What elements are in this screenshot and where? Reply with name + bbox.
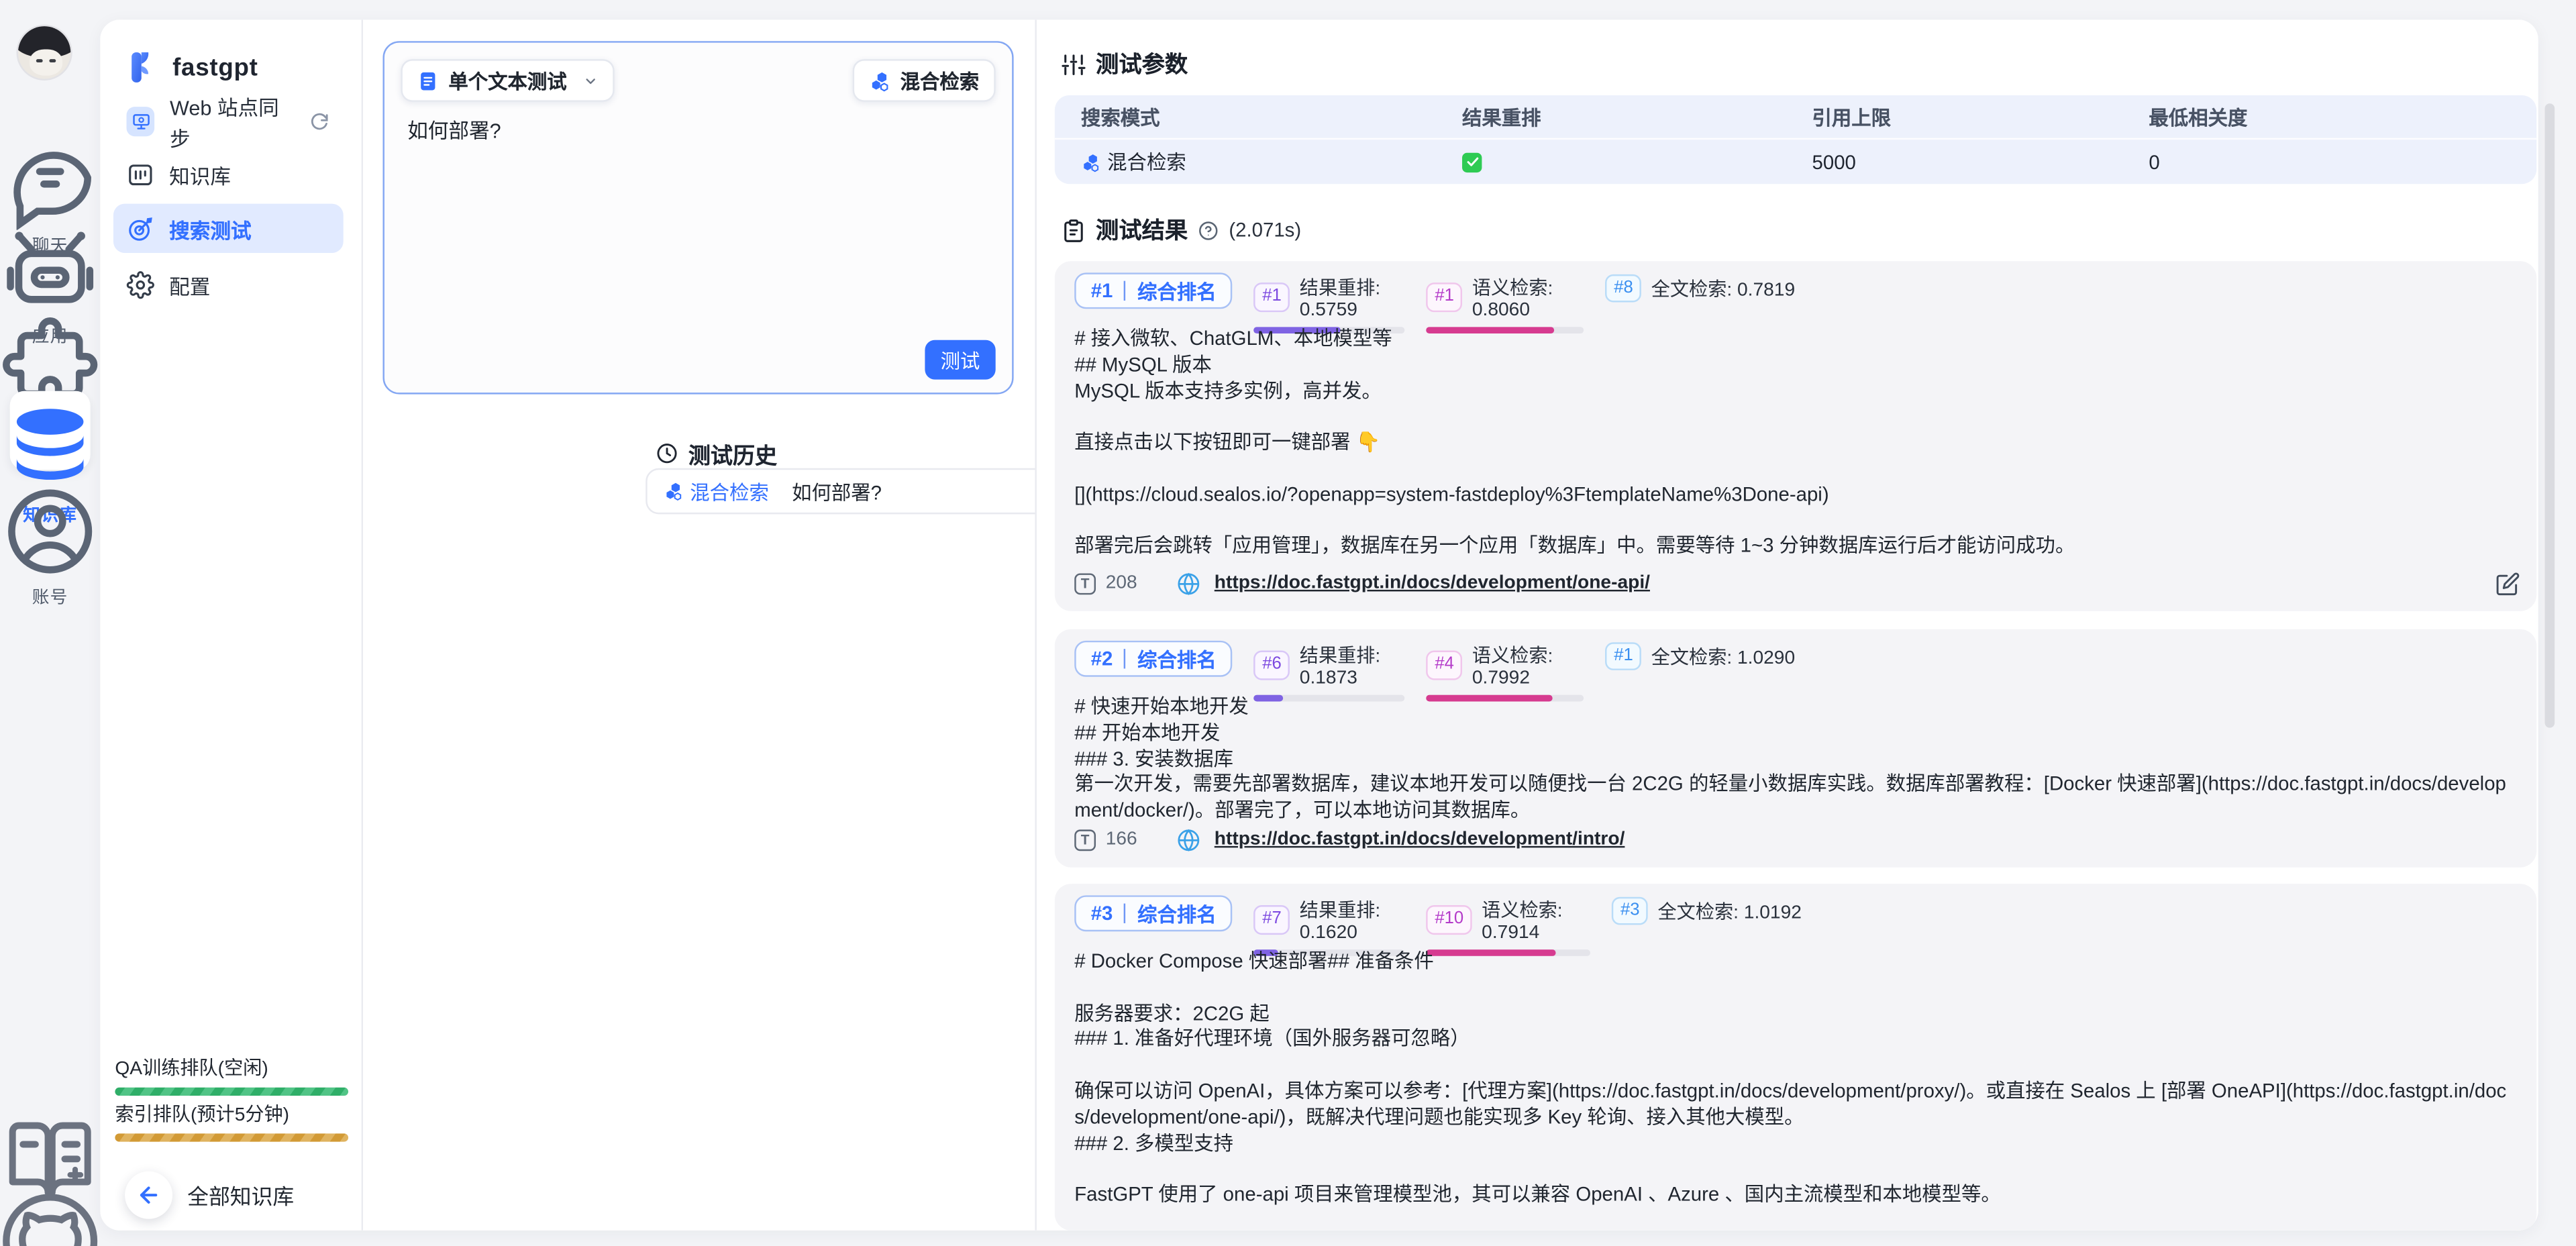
- history-header: 测试历史: [656, 437, 777, 470]
- search-mode-value: 混合检索: [1081, 148, 1462, 176]
- hybrid-search-icon: [664, 481, 683, 501]
- semantic-metric: #10语义检索: 0.7914: [1427, 897, 1591, 956]
- github-button[interactable]: [0, 1191, 100, 1246]
- brand: fastgpt: [125, 49, 258, 85]
- refresh-icon[interactable]: [309, 111, 330, 132]
- sidebar-item-dataset[interactable]: 知识库: [113, 150, 344, 199]
- scrollbar[interactable]: [2544, 103, 2555, 727]
- test-mode-selector[interactable]: 单个文本测试: [401, 59, 614, 102]
- char-count: 166: [1106, 829, 1137, 849]
- dataset-sidebar: fastgpt Web 站点同步 知识库: [100, 19, 363, 1230]
- query-input-box[interactable]: 单个文本测试 混合检索 如何部署? 测试: [382, 41, 1013, 394]
- dataset-icon: [127, 160, 155, 189]
- semantic-metric: #4语义检索: 0.7992: [1427, 642, 1584, 701]
- col-quote-limit: 引用上限: [1812, 103, 2149, 131]
- chevron-down-icon: [583, 73, 598, 88]
- rail-item-account[interactable]: 账号: [0, 481, 100, 609]
- avatar[interactable]: [16, 25, 72, 81]
- sidebar-item-web-sync[interactable]: Web 站点同步: [113, 97, 344, 146]
- sidebar-item-label: Web 站点同步: [170, 91, 295, 153]
- hybrid-search-icon: [869, 70, 890, 91]
- fulltext-metric: #8全文检索: 0.7819: [1606, 274, 1795, 303]
- hybrid-search-icon: [1081, 152, 1100, 171]
- robot-icon: [0, 220, 100, 320]
- sidebar-item-label: 搜索测试: [169, 213, 251, 244]
- history-mode: 混合检索: [664, 477, 769, 505]
- char-count-icon: T: [1074, 572, 1096, 594]
- result-card: #2 综合排名 #6结果重排: 0.1873 #4语义检索: 0.7992 #1…: [1055, 629, 2536, 868]
- rank-badge: #2 综合排名: [1074, 641, 1233, 677]
- source-link[interactable]: https://doc.fastgpt.in/docs/development/…: [1215, 829, 1625, 849]
- sidebar-item-config[interactable]: 配置: [113, 260, 344, 309]
- arrow-left-icon[interactable]: [125, 1172, 172, 1219]
- results-panel: 测试参数 搜索模式 结果重排 引用上限 最低相关度 混合检索: [1035, 19, 2538, 1230]
- test-button[interactable]: 测试: [925, 340, 995, 380]
- rerank-metric: #6结果重排: 0.1873: [1254, 642, 1405, 701]
- query-text[interactable]: 如何部署?: [407, 113, 501, 145]
- results-header: 测试结果 (2.071s): [1062, 213, 1302, 246]
- fastgpt-app: 聊天 应用 插件 知识库 账号: [0, 0, 2576, 1246]
- col-rerank: 结果重排: [1462, 103, 1812, 131]
- sidebar-item-search-test[interactable]: 搜索测试: [113, 204, 344, 253]
- queue-indexing: 索引排队(预计5分钟): [115, 1100, 348, 1141]
- index-queue-bar: [115, 1133, 348, 1141]
- quote-limit-value: 5000: [1812, 150, 2149, 173]
- brand-name: fastgpt: [172, 54, 258, 82]
- col-min-relevance: 最低相关度: [2149, 103, 2536, 131]
- search-test-column: 单个文本测试 混合检索 如何部署? 测试 测: [363, 19, 1035, 1230]
- rerank-metric: #7结果重排: 0.1620: [1254, 897, 1405, 956]
- gear-icon: [127, 270, 155, 299]
- user-icon: [0, 481, 100, 581]
- rerank-checkbox[interactable]: [1462, 152, 1482, 171]
- char-count: 208: [1106, 573, 1137, 592]
- rank-badge: #3 综合排名: [1074, 895, 1233, 931]
- qa-queue-bar: [115, 1088, 348, 1095]
- col-search-mode: 搜索模式: [1055, 103, 1462, 131]
- document-icon: [417, 70, 439, 91]
- min-relevance-value: 0: [2149, 150, 2536, 173]
- params-table: 搜索模式 结果重排 引用上限 最低相关度 混合检索: [1055, 95, 2536, 184]
- char-count-icon: T: [1074, 829, 1096, 850]
- result-card: #3 综合排名 #7结果重排: 0.1620 #10语义检索: 0.7914 #…: [1055, 884, 2536, 1231]
- result-card: #1 综合排名 #1结果重排: 0.5759 #1语义检索: 0.8060 #8…: [1055, 261, 2536, 611]
- sidebar-item-label: 知识库: [169, 158, 231, 190]
- web-sync-icon: [127, 107, 156, 136]
- app-window: fastgpt Web 站点同步 知识库: [100, 19, 2538, 1230]
- params-header: 测试参数: [1062, 48, 1188, 81]
- clipboard-icon: [1062, 217, 1086, 242]
- chat-icon: [0, 129, 100, 229]
- target-icon: [127, 215, 155, 243]
- chunk-content: # 快速开始本地开发 ## 开始本地开发 ### 3. 安装数据库 第一次开发，…: [1074, 695, 2514, 825]
- icon-rail: 聊天 应用 插件 知识库 账号: [0, 0, 100, 1246]
- help-icon[interactable]: [1198, 219, 1219, 241]
- globe-icon: [1176, 827, 1201, 852]
- source-link[interactable]: https://doc.fastgpt.in/docs/development/…: [1215, 573, 1650, 592]
- sidebar-item-label: 配置: [169, 268, 210, 300]
- fastgpt-logo-icon: [125, 49, 161, 85]
- github-icon: [0, 1191, 100, 1246]
- duration: (2.071s): [1229, 219, 1301, 242]
- chunk-content: # 接入微软、ChatGLM、本地模型等 ## MySQL 版本 MySQL 版…: [1074, 327, 2514, 560]
- semantic-metric: #1语义检索: 0.8060: [1427, 274, 1584, 333]
- fulltext-metric: #1全文检索: 1.0290: [1606, 642, 1795, 670]
- queue-qa-training: QA训练排队(空闲): [115, 1055, 348, 1095]
- back-to-all-datasets[interactable]: 全部知识库: [125, 1172, 294, 1219]
- rank-badge: #1 综合排名: [1074, 272, 1233, 309]
- fulltext-metric: #3全文检索: 1.0192: [1612, 897, 1802, 925]
- clock-icon: [656, 442, 678, 465]
- globe-icon: [1176, 571, 1201, 596]
- edit-icon[interactable]: [2495, 571, 2520, 596]
- chunk-content: # Docker Compose 快速部署## 准备条件 服务器要求：2C2G …: [1074, 949, 2514, 1209]
- rerank-metric: #1结果重排: 0.5759: [1254, 274, 1405, 333]
- search-mode-button[interactable]: 混合检索: [853, 59, 996, 102]
- sliders-icon: [1062, 52, 1086, 76]
